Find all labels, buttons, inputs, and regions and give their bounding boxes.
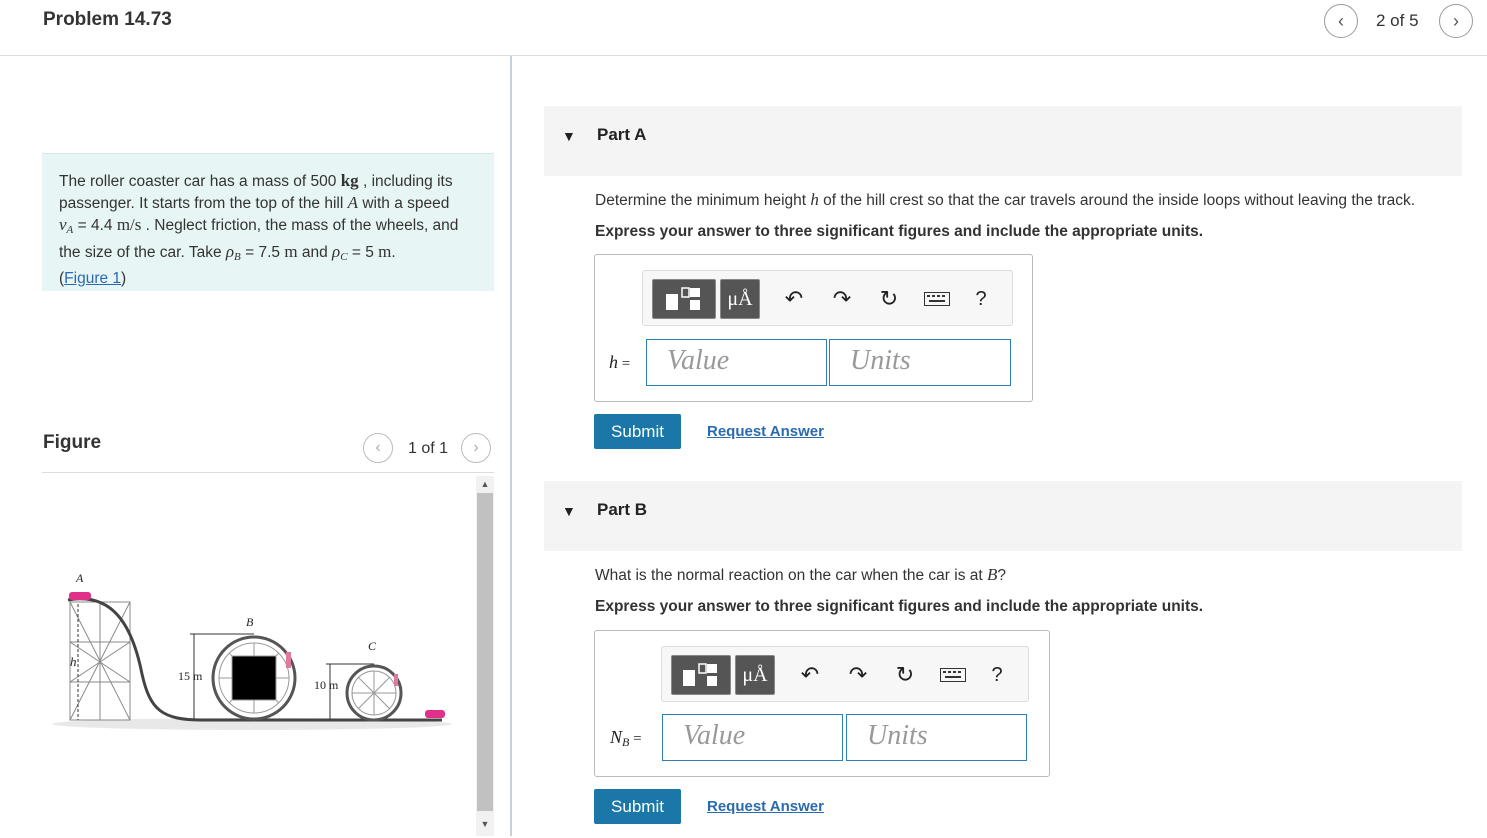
roller-coaster-diagram: A B C h 15 m 10 m: [52, 571, 452, 730]
template-button[interactable]: [652, 279, 716, 319]
problem-counter: 2 of 5: [1376, 11, 1419, 30]
part-b-submit-button[interactable]: Submit: [594, 789, 681, 824]
column-divider: [510, 56, 512, 836]
part-b-value-input[interactable]: Value: [662, 714, 843, 761]
part-a-question: Determine the minimum height h of the hi…: [595, 190, 1416, 209]
figure-title: Figure: [43, 432, 102, 453]
part-b-request-answer-link[interactable]: Request Answer: [707, 798, 824, 815]
label-b: B: [246, 615, 254, 629]
part-b-header[interactable]: ▼ Part B: [544, 481, 1462, 551]
part-b-units-input[interactable]: Units: [846, 714, 1027, 761]
part-b-variable-label: NB =: [610, 727, 642, 749]
units-symbol-button[interactable]: μÅ: [720, 279, 760, 319]
part-a-answer-box: μÅ ↶ ↷ ↻ ? h = Value Units: [594, 254, 1033, 402]
template-button[interactable]: [671, 655, 731, 695]
redo-icon[interactable]: ↷: [828, 285, 856, 313]
label-c: C: [368, 639, 377, 653]
previous-problem-button[interactable]: ‹: [1324, 4, 1358, 38]
top-bar: Problem 14.73 ‹ 2 of 5 ›: [0, 0, 1487, 56]
keyboard-icon[interactable]: [923, 285, 951, 313]
car-exit: [425, 710, 445, 718]
next-problem-button[interactable]: ›: [1439, 4, 1473, 38]
problem-title: Problem 14.73: [43, 9, 172, 30]
loop-b: [211, 635, 297, 721]
part-a-submit-button[interactable]: Submit: [594, 414, 681, 449]
help-icon[interactable]: ?: [967, 285, 995, 313]
part-a-request-answer-link[interactable]: Request Answer: [707, 423, 824, 440]
part-b-question: What is the normal reaction on the car w…: [595, 565, 1007, 584]
label-h: h: [70, 654, 77, 669]
part-a-label: Part A: [597, 125, 647, 144]
part-a-toolbar: μÅ ↶ ↷ ↻ ?: [642, 270, 1013, 326]
part-b-instruction: Express your answer to three significant…: [595, 598, 1204, 615]
part-a-header[interactable]: ▼ Part A: [544, 106, 1462, 176]
scroll-thumb[interactable]: [477, 493, 493, 811]
figure-prev-button[interactable]: ‹: [363, 433, 393, 463]
part-a-value-input[interactable]: Value: [646, 339, 827, 386]
caret-down-icon: ▼: [562, 128, 576, 144]
template-icon: [666, 287, 700, 310]
chevron-right-icon: ›: [473, 439, 479, 456]
scroll-down-icon[interactable]: ▼: [476, 816, 494, 832]
figure-image: A B C h 15 m 10 m: [42, 474, 472, 834]
figure-divider: [42, 472, 494, 473]
scroll-up-icon[interactable]: ▲: [476, 476, 494, 492]
chevron-left-icon: ‹: [1338, 10, 1344, 31]
figure-link[interactable]: Figure 1: [64, 270, 121, 287]
car-at-a: [69, 592, 91, 600]
part-a-variable-label: h =: [609, 352, 631, 372]
label-10m: 10 m: [314, 678, 339, 692]
label-15m: 15 m: [178, 669, 203, 683]
reset-icon[interactable]: ↻: [875, 285, 903, 313]
figure-counter: 1 of 1: [408, 440, 449, 457]
part-b-label: Part B: [597, 500, 648, 519]
chevron-left-icon: ‹: [375, 439, 381, 456]
help-icon[interactable]: ?: [983, 661, 1011, 689]
reset-icon[interactable]: ↻: [891, 661, 919, 689]
template-icon: [683, 663, 717, 686]
part-a-units-input[interactable]: Units: [829, 339, 1011, 386]
keyboard-icon[interactable]: [939, 661, 967, 689]
figure-scrollbar[interactable]: ▲ ▼: [476, 476, 494, 836]
chevron-right-icon: ›: [1453, 10, 1459, 31]
undo-icon[interactable]: ↶: [780, 285, 808, 313]
units-symbol-button[interactable]: μÅ: [735, 655, 775, 695]
figure-next-button[interactable]: ›: [461, 433, 491, 463]
problem-statement: The roller coaster car has a mass of 500…: [42, 153, 494, 291]
loop-c: [345, 664, 403, 722]
caret-down-icon: ▼: [562, 503, 576, 519]
part-b-toolbar: μÅ ↶ ↷ ↻ ?: [661, 646, 1029, 702]
label-a: A: [75, 571, 84, 585]
redo-icon[interactable]: ↷: [844, 661, 872, 689]
undo-icon[interactable]: ↶: [796, 661, 824, 689]
part-b-answer-box: μÅ ↶ ↷ ↻ ? NB = Value Units: [594, 630, 1050, 777]
part-a-instruction: Express your answer to three significant…: [595, 223, 1204, 240]
